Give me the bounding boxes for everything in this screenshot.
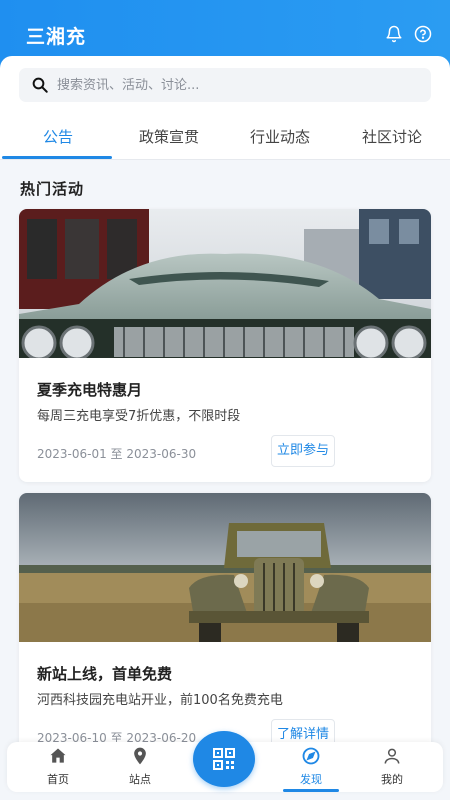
nav-item-stations[interactable]: 站点 (110, 746, 170, 787)
join-button[interactable]: 立即参与 (271, 435, 335, 467)
activity-title: 新站上线，首单免费 (37, 665, 173, 683)
nav-label: 我的 (381, 773, 403, 786)
nav-item-profile[interactable]: 我的 (362, 746, 422, 787)
nav-label: 首页 (47, 773, 69, 786)
activity-description: 河西科技园充电站开业，前100名免费充电 (37, 693, 283, 708)
tab-community[interactable]: 社区讨论 (336, 126, 448, 147)
search-input[interactable] (57, 68, 417, 102)
location-pin-icon (134, 747, 146, 765)
activity-title: 夏季充电特惠月 (37, 381, 143, 399)
nav-label: 站点 (129, 773, 151, 786)
user-icon (384, 748, 400, 764)
nav-label: 发现 (300, 773, 322, 786)
active-tab-indicator (2, 156, 112, 159)
scan-qr-button[interactable] (193, 731, 255, 787)
help-circle-icon[interactable] (414, 25, 432, 43)
tab-announcement[interactable]: 公告 (2, 126, 114, 147)
bell-icon[interactable] (385, 25, 403, 43)
home-icon (50, 748, 66, 763)
nav-item-home[interactable]: 首页 (28, 746, 88, 787)
compass-icon (302, 747, 320, 765)
app-title: 三湘充 (26, 26, 87, 48)
activity-image (19, 209, 431, 358)
activity-card[interactable]: 夏季充电特惠月 每周三充电享受7折优惠，不限时段 2023-06-01 至 20… (19, 209, 431, 482)
search-icon (32, 77, 48, 93)
activity-date: 2023-06-01 至 2023-06-30 (37, 447, 197, 461)
activity-card[interactable]: 新站上线，首单免费 河西科技园充电站开业，前100名免费充电 2023-06-1… (19, 493, 431, 753)
nav-item-discover[interactable]: 发现 (281, 746, 341, 787)
activity-description: 每周三充电享受7折优惠，不限时段 (37, 409, 241, 424)
activity-image (19, 493, 431, 642)
tab-industry-news[interactable]: 行业动态 (224, 126, 336, 147)
search-bar[interactable] (19, 68, 431, 102)
active-nav-indicator (283, 789, 339, 792)
qr-code-icon (213, 748, 235, 770)
section-title: 热门活动 (20, 180, 85, 198)
tab-bar: 公告 政策宣贯 行业动态 社区讨论 (0, 118, 450, 160)
tab-policy[interactable]: 政策宣贯 (113, 126, 225, 147)
